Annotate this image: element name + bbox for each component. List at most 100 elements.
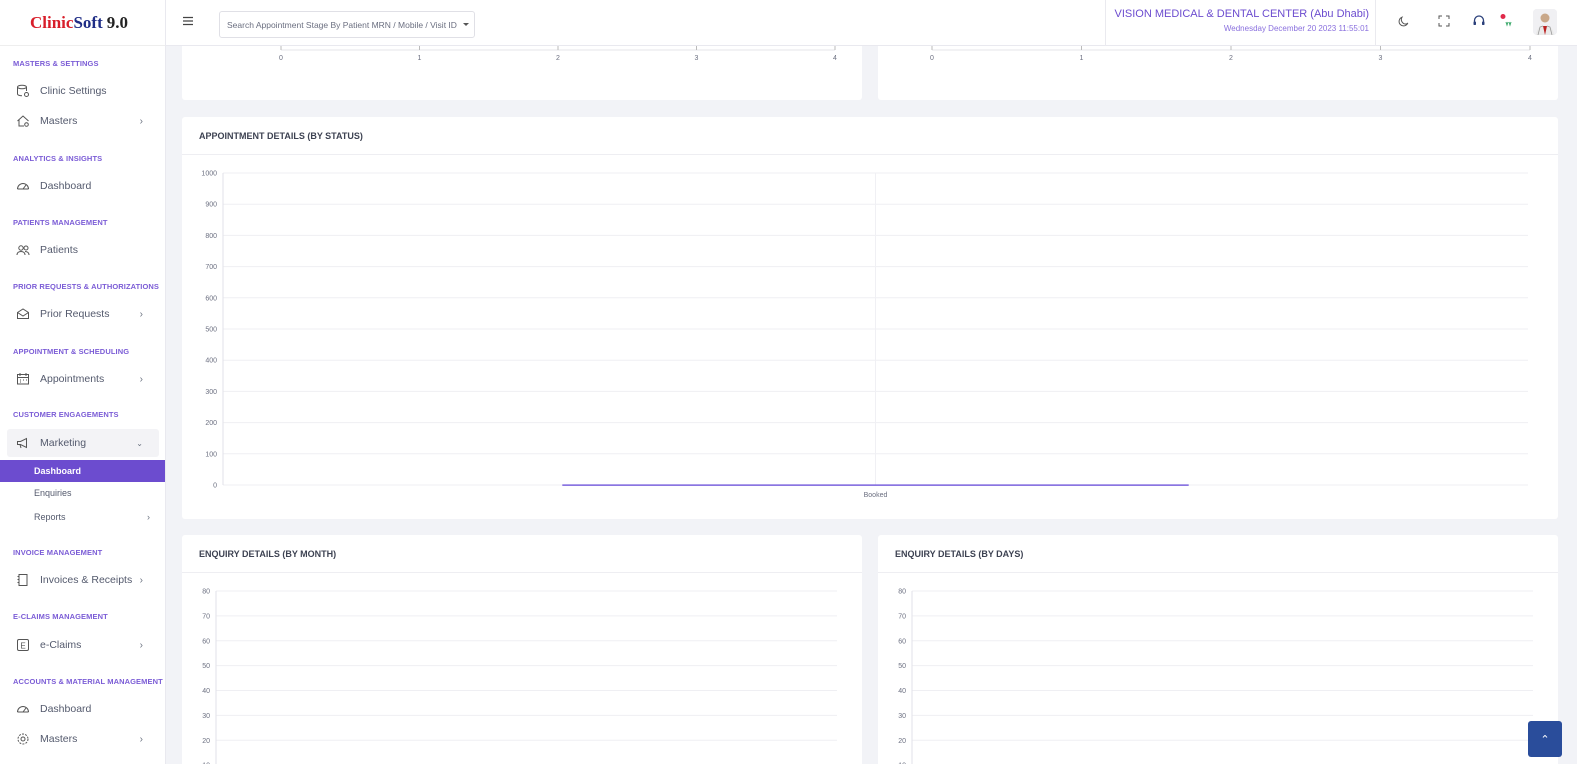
y-tick-label: 50	[898, 663, 906, 670]
scroll-to-top-button[interactable]: ⌃	[1528, 721, 1562, 757]
sidebar-item-label: Dashboard	[40, 180, 92, 192]
x-tick-label: Booked	[864, 492, 888, 499]
bar-booked	[562, 484, 1189, 486]
y-tick-label: 30	[202, 713, 210, 720]
y-tick-label: 700	[205, 264, 217, 271]
y-tick-label: 100	[205, 451, 217, 458]
y-tick-label: 70	[202, 613, 210, 620]
sidebar-item-accounts-dashboard[interactable]: Dashboard	[7, 695, 159, 723]
sidebar-item-masters[interactable]: Masters ›	[7, 107, 159, 135]
chevron-right-icon: ›	[139, 574, 143, 586]
sidebar-item-eclaims[interactable]: E e-Claims ›	[7, 631, 159, 659]
e-box-icon: E	[15, 638, 30, 653]
y-tick-label: 0	[213, 483, 217, 490]
x-tick-label: 1	[1080, 55, 1084, 62]
sidebar-item-label: Patients	[40, 244, 78, 256]
sidebar-item-label: Dashboard	[40, 703, 92, 715]
database-gear-icon	[15, 84, 30, 99]
sidebar-item-marketing[interactable]: Marketing ⌄	[7, 429, 159, 457]
current-datetime: Wednesday December 20 2023 11:55:01	[1223, 24, 1369, 33]
enquiry-month-title: ENQUIRY DETAILS (BY MONTH)	[182, 535, 862, 573]
section-appointment: APPOINTMENT & SCHEDULING	[13, 347, 130, 356]
clinic-info: VISION MEDICAL & DENTAL CENTER (Abu Dhab…	[1105, 0, 1376, 46]
sidebar-subitem-reports[interactable]: Reports ›	[0, 506, 165, 528]
section-eclaims: E-CLAIMS MANAGEMENT	[13, 612, 108, 621]
fullscreen-icon[interactable]	[1436, 13, 1452, 29]
y-tick-label: 40	[898, 688, 906, 695]
x-tick-label: 2	[556, 55, 560, 62]
home-gear-icon	[15, 114, 30, 129]
y-tick-label: 20	[202, 738, 210, 745]
y-tick-label: 80	[898, 589, 906, 596]
appointment-search-select[interactable]: Search Appointment Stage By Patient MRN …	[219, 11, 475, 38]
users-icon	[15, 243, 30, 258]
sidebar-item-label: Clinic Settings	[40, 85, 107, 97]
sidebar-subitem-enquiries[interactable]: Enquiries	[0, 482, 165, 504]
x-tick-label: 0	[930, 55, 934, 62]
clinic-name: VISION MEDICAL & DENTAL CENTER (Abu Dhab…	[1114, 8, 1370, 20]
x-tick-label: 4	[1528, 55, 1532, 62]
y-tick-label: 80	[202, 589, 210, 596]
y-tick-label: 300	[205, 389, 217, 396]
x-tick-label: 2	[1229, 55, 1233, 62]
sidebar-item-clinic-settings[interactable]: Clinic Settings	[7, 77, 159, 105]
sidebar-subitem-label: Reports	[34, 512, 66, 522]
status-indicator-icon[interactable]	[1498, 13, 1514, 29]
section-prior-requests: PRIOR REQUESTS & AUTHORIZATIONS	[13, 282, 160, 291]
chevron-right-icon: ›	[147, 512, 150, 522]
y-tick-label: 1000	[201, 171, 217, 178]
calendar-icon	[15, 372, 30, 387]
section-accounts: ACCOUNTS & MATERIAL MANAGEMENT	[13, 677, 163, 686]
appointment-status-card: APPOINTMENT DETAILS (BY STATUS) 0 100 200 3…	[182, 117, 1558, 519]
sidebar-item-patients[interactable]: Patients	[7, 236, 159, 264]
sidebar-item-appointments[interactable]: Appointments ›	[7, 365, 159, 393]
y-tick-label: 30	[898, 713, 906, 720]
y-tick-label: 200	[205, 420, 217, 427]
chevron-right-icon: ›	[139, 373, 143, 385]
user-avatar[interactable]	[1533, 9, 1557, 35]
gear-icon	[15, 732, 30, 747]
enquiry-days-title: ENQUIRY DETAILS (BY DAYS)	[878, 535, 1558, 573]
y-tick-label: 40	[202, 688, 210, 695]
topbar: Search Appointment Stage By Patient MRN …	[166, 0, 1577, 46]
x-tick-label: 0	[279, 55, 283, 62]
chevron-right-icon: ›	[139, 115, 143, 127]
x-tick-label: 4	[833, 55, 837, 62]
headset-icon[interactable]	[1471, 13, 1487, 29]
chevron-right-icon: ›	[139, 733, 143, 745]
sidebar-item-label: Masters	[40, 733, 78, 745]
sidebar-subitem-dashboard[interactable]: Dashboard	[0, 460, 165, 482]
sidebar-item-label: Masters	[40, 115, 78, 127]
search-placeholder: Search Appointment Stage By Patient MRN …	[227, 19, 457, 30]
chevron-up-icon: ⌃	[1540, 733, 1550, 746]
app-logo[interactable]: Clinic Soft 9.0	[0, 0, 165, 46]
chevron-right-icon: ›	[139, 308, 143, 320]
sidebar-item-prior-requests[interactable]: Prior Requests ›	[7, 300, 159, 328]
logo-part1: Clinic	[30, 12, 74, 32]
sidebar-item-label: Appointments	[40, 373, 105, 385]
sidebar-item-invoices[interactable]: Invoices & Receipts ›	[7, 566, 159, 594]
section-patients: PATIENTS MANAGEMENT	[13, 218, 108, 227]
appointment-status-title: APPOINTMENT DETAILS (BY STATUS)	[182, 117, 1558, 155]
y-tick-label: 500	[205, 327, 217, 334]
sidebar-item-accounts-masters[interactable]: Masters ›	[7, 725, 159, 753]
enquiry-days-card: ENQUIRY DETAILS (BY DAYS) 10203040506070…	[878, 535, 1558, 764]
sidebar-item-label: Marketing	[40, 437, 87, 449]
dark-mode-moon-icon[interactable]	[1396, 13, 1412, 29]
section-invoice: INVOICE MANAGEMENT	[13, 548, 103, 557]
chevron-down-icon: ⌄	[136, 438, 143, 448]
y-tick-label: 600	[205, 295, 217, 302]
y-tick-label: 20	[898, 738, 906, 745]
section-customer-engagements: CUSTOMER ENGAGEMENTS	[13, 410, 119, 419]
envelope-icon	[15, 307, 30, 322]
logo-version: 9.0	[106, 12, 128, 32]
sidebar-item-label: Prior Requests	[40, 308, 110, 320]
section-analytics: ANALYTICS & INSIGHTS	[13, 154, 103, 163]
appointment-status-chart: 0 100 200 300 400 500 600 700 800 900 1000 Booked	[201, 171, 1528, 499]
y-tick-label: 70	[898, 613, 906, 620]
x-tick-label: 3	[695, 55, 699, 62]
sidebar-item-dashboard[interactable]: Dashboard	[7, 172, 159, 200]
y-tick-label: 60	[202, 638, 210, 645]
menu-toggle-icon[interactable]	[182, 14, 196, 28]
x-tick-label: 1	[418, 55, 422, 62]
